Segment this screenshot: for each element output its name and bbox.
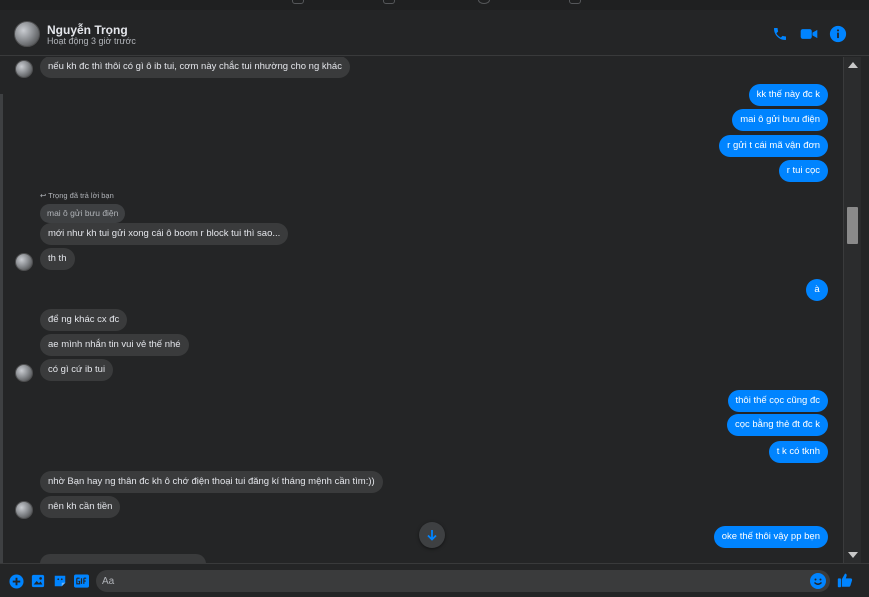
thumbs-up-icon[interactable]: [837, 572, 853, 588]
phone-icon[interactable]: [770, 24, 790, 44]
arrow-down-icon: [427, 530, 437, 541]
toolbar-icon: [383, 0, 395, 4]
message-input-wrapper: [96, 570, 830, 592]
plus-circle-icon[interactable]: [8, 573, 24, 589]
message-bubble-outgoing[interactable]: kk thế này đc k: [748, 84, 828, 106]
message-thread[interactable]: nếu kh đc thì thôi có gì ô ib tui, cơm n…: [0, 57, 843, 563]
gif-icon[interactable]: [73, 573, 89, 589]
scroll-down-icon[interactable]: [848, 552, 858, 558]
message-input[interactable]: [102, 570, 802, 592]
message-bubble-outgoing[interactable]: r tui cọc: [778, 160, 828, 182]
sticker-icon[interactable]: [52, 573, 68, 589]
message-bubble-outgoing[interactable]: à: [806, 279, 828, 301]
message-bubble-incoming[interactable]: mới như kh tui gửi xong cái ô boom r blo…: [40, 223, 289, 245]
message-bubble-outgoing[interactable]: t k có tknh: [768, 441, 828, 463]
message-bubble-outgoing[interactable]: r gửi t cái mã vận đơn: [719, 135, 828, 157]
message-bubble-outgoing[interactable]: oke thế thôi vậy pp bẹn: [713, 526, 828, 548]
toolbar-icon: [569, 0, 581, 4]
message-bubble-incoming[interactable]: nhờ Bạn hay ng thân đc kh ô chớ điện tho…: [40, 471, 383, 493]
emoji-icon[interactable]: [810, 573, 826, 589]
avatar: [15, 501, 33, 519]
message-bubble-incoming[interactable]: để ng khác cx đc: [40, 309, 128, 331]
replied-message-preview[interactable]: mai ô gửi bưu điện: [40, 204, 126, 223]
scroll-up-icon[interactable]: [848, 62, 858, 68]
image-icon[interactable]: [30, 573, 46, 589]
scrollbar-thumb[interactable]: [847, 207, 858, 244]
reply-indicator: ↩ Trọng đã trả lời bạn: [40, 191, 114, 200]
reply-note: Trọng đã trả lời bạn: [48, 191, 114, 200]
window-top-strip: [0, 0, 869, 10]
scroll-to-bottom-button[interactable]: [419, 522, 445, 548]
message-bubble-incoming[interactable]: nếu kh đc thì thôi có gì ô ib tui, cơm n…: [40, 57, 350, 78]
message-bubble-incoming[interactable]: có gì cứ ib tui: [40, 359, 114, 381]
contact-name[interactable]: Nguyễn Trọng: [47, 23, 128, 37]
avatar: [15, 364, 33, 382]
message-bubble-incoming[interactable]: th th: [40, 248, 75, 270]
conversation-header: Nguyễn Trọng Hoạt động 3 giờ trước: [0, 10, 869, 56]
message-bubble-outgoing[interactable]: mai ô gửi bưu điện: [732, 109, 828, 131]
message-bubble-incoming[interactable]: ae mình nhắn tin vui vẻ thế nhé: [40, 334, 189, 356]
message-bubble-outgoing[interactable]: cọc bằng thẻ đt đc k: [726, 414, 828, 436]
avatar: [15, 60, 33, 78]
info-icon[interactable]: [828, 24, 848, 44]
message-bubble-outgoing[interactable]: thôi thế cọc cũng đc: [727, 390, 828, 412]
avatar: [15, 253, 33, 271]
message-composer: [0, 563, 869, 597]
avatar[interactable]: [14, 21, 40, 47]
active-status: Hoạt động 3 giờ trước: [47, 36, 136, 46]
reply-arrow-icon: ↩: [40, 191, 47, 200]
toolbar-icon: [292, 0, 304, 4]
chat-scrollbar[interactable]: [843, 57, 861, 563]
video-camera-icon[interactable]: [799, 24, 819, 44]
message-bubble-incoming[interactable]: nên kh cần tiền: [40, 496, 121, 518]
toolbar-icon: [478, 0, 490, 4]
message-bubble-incoming-partial[interactable]: [40, 554, 206, 563]
